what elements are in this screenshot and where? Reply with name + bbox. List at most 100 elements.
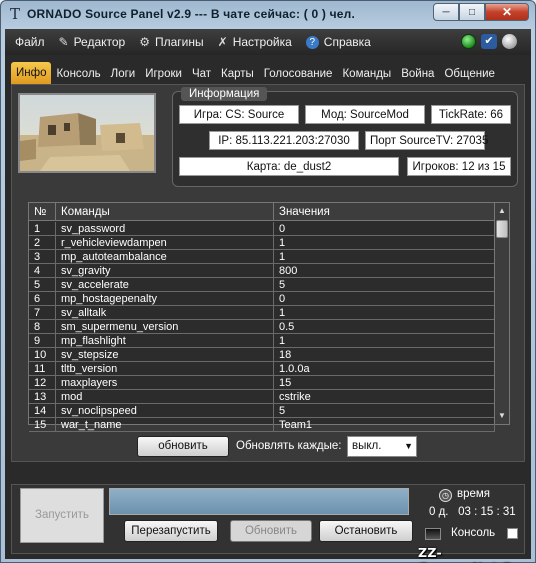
menu-help[interactable]: ? Справка xyxy=(305,35,371,49)
pencil-icon: ✎ xyxy=(58,35,69,49)
site-watermark: ZZ-Games.Net.Ru xyxy=(418,545,522,563)
menu-file[interactable]: Файл xyxy=(15,35,45,49)
tab-logs[interactable]: Логи xyxy=(106,64,141,84)
close-button[interactable]: ✕ xyxy=(485,3,529,21)
check-icon[interactable]: ✔ xyxy=(481,34,497,49)
uptime-value: 0 д. 03 : 15 : 31 xyxy=(429,506,516,518)
tab-console[interactable]: Консоль xyxy=(51,64,105,84)
stop-button[interactable]: Остановить xyxy=(319,520,413,542)
row-value: 1 xyxy=(274,250,495,263)
table-scrollbar[interactable]: ▲ ▼ xyxy=(494,203,509,424)
wrench-icon: ✗ xyxy=(217,35,228,49)
table-row[interactable]: 8 sm_supermenu_version 0.5 xyxy=(29,320,495,334)
server-control-panel: Запустить Перезапустить Обновить Останов… xyxy=(11,484,525,554)
table-row[interactable]: 2 r_vehicleviewdampen 1 xyxy=(29,236,495,250)
table-row[interactable]: 14 sv_noclipspeed 5 xyxy=(29,404,495,418)
table-row[interactable]: 4 sv_gravity 800 xyxy=(29,264,495,278)
refresh-button[interactable]: обновить xyxy=(137,436,229,457)
scroll-thumb[interactable] xyxy=(496,220,508,238)
row-value: 1 xyxy=(274,334,495,347)
ball-icon[interactable] xyxy=(502,34,517,49)
app-body: Файл ✎ Редактор ⚙ Плагины ✗ Настройка ? … xyxy=(5,29,531,559)
row-number: 11 xyxy=(29,362,56,375)
console-checkbox[interactable] xyxy=(507,528,518,539)
tab-players[interactable]: Игроки xyxy=(140,64,187,84)
row-number: 8 xyxy=(29,320,56,333)
window-title: ORNADO Source Panel v2.9 --- В чате сейч… xyxy=(27,7,356,21)
table-row[interactable]: 15 war_t_name Team1 xyxy=(29,418,495,432)
gears-icon: ⚙ xyxy=(139,35,150,49)
sourcetv-field: Порт SourceTV: 27035 xyxy=(365,131,488,150)
tab-commands[interactable]: Команды xyxy=(337,64,396,84)
table-row[interactable]: 9 mp_flashlight 1 xyxy=(29,334,495,348)
game-field: Игра: CS: Source xyxy=(179,105,299,124)
row-command: sv_accelerate xyxy=(56,278,274,291)
menu-help-label: Справка xyxy=(323,35,371,49)
table-header: № Команды Значения xyxy=(29,203,495,221)
refresh-interval-value: выкл. xyxy=(352,440,382,452)
menu-plugins[interactable]: ⚙ Плагины xyxy=(139,35,203,49)
tab-communication[interactable]: Общение xyxy=(439,64,499,84)
menu-settings[interactable]: ✗ Настройка xyxy=(218,35,292,49)
row-command: mod xyxy=(56,390,274,403)
tab-info[interactable]: Инфо xyxy=(11,62,52,84)
tab-maps[interactable]: Карты xyxy=(216,64,259,84)
table-row[interactable]: 3 mp_autoteambalance 1 xyxy=(29,250,495,264)
tickrate-field: TickRate: 66 xyxy=(431,105,511,124)
update-button[interactable]: Обновить xyxy=(230,520,312,542)
mod-field: Мод: SourceMod xyxy=(305,105,425,124)
clock-icon: ◷ xyxy=(439,489,452,502)
row-number: 6 xyxy=(29,292,56,305)
row-command: sv_password xyxy=(56,222,274,235)
table-rows: 1 sv_password 0 2 r_vehicleviewdampen 1 3 mp_au… xyxy=(29,222,495,432)
header-commands[interactable]: Команды xyxy=(56,203,274,220)
tab-voting[interactable]: Голосование xyxy=(259,64,338,84)
online-status-icon[interactable] xyxy=(461,34,476,49)
table-row[interactable]: 6 mp_hostagepenalty 0 xyxy=(29,292,495,306)
table-row[interactable]: 5 sv_accelerate 5 xyxy=(29,278,495,292)
row-command: mp_autoteambalance xyxy=(56,250,274,263)
scroll-up-icon[interactable]: ▲ xyxy=(497,206,507,215)
console-label: Консоль xyxy=(451,527,496,539)
launch-button[interactable]: Запустить xyxy=(20,488,104,543)
map-field: Карта: de_dust2 xyxy=(179,157,399,176)
title-bar[interactable]: T ORNADO Source Panel v2.9 --- В чате се… xyxy=(1,1,535,27)
row-number: 2 xyxy=(29,236,56,249)
header-num[interactable]: № xyxy=(29,203,56,220)
table-row[interactable]: 12 maxplayers 15 xyxy=(29,376,495,390)
tab-war[interactable]: Война xyxy=(396,64,439,84)
table-row[interactable]: 7 sv_alltalk 1 xyxy=(29,306,495,320)
scroll-down-icon[interactable]: ▼ xyxy=(497,411,507,420)
tab-chat[interactable]: Чат xyxy=(187,64,216,84)
info-panel: Информация Игра: CS: Source Мод: SourceM… xyxy=(11,84,525,462)
table-row[interactable]: 1 sv_password 0 xyxy=(29,222,495,236)
row-value: 5 xyxy=(274,404,495,417)
row-value: Team1 xyxy=(274,418,495,431)
row-value: 0.5 xyxy=(274,320,495,333)
console-icon xyxy=(425,528,441,540)
chevron-down-icon: ▼ xyxy=(404,441,413,451)
menu-plugins-label: Плагины xyxy=(155,35,204,49)
refresh-interval-select[interactable]: выкл. ▼ xyxy=(347,436,417,457)
info-legend: Информация xyxy=(181,87,268,101)
maximize-button[interactable]: □ xyxy=(459,3,485,21)
row-value: 1 xyxy=(274,236,495,249)
tab-bar: Инфо Консоль Логи Игроки Чат Карты Голос… xyxy=(11,62,525,84)
menu-editor[interactable]: ✎ Редактор xyxy=(59,35,126,49)
menu-file-label: Файл xyxy=(15,35,45,49)
row-command: mp_hostagepenalty xyxy=(56,292,274,305)
row-value: 5 xyxy=(274,278,495,291)
table-row[interactable]: 10 sv_stepsize 18 xyxy=(29,348,495,362)
row-number: 12 xyxy=(29,376,56,389)
row-value: 15 xyxy=(274,376,495,389)
ip-field: IP: 85.113.221.203:27030 xyxy=(209,131,359,150)
restart-button[interactable]: Перезапустить xyxy=(124,520,218,542)
header-values[interactable]: Значения xyxy=(274,203,495,220)
minimize-button[interactable]: ─ xyxy=(433,3,459,21)
row-command: sv_noclipspeed xyxy=(56,404,274,417)
row-number: 9 xyxy=(29,334,56,347)
row-number: 5 xyxy=(29,278,56,291)
row-command: mp_flashlight xyxy=(56,334,274,347)
table-row[interactable]: 11 tltb_version 1.0.0a xyxy=(29,362,495,376)
table-row[interactable]: 13 mod cstrike xyxy=(29,390,495,404)
